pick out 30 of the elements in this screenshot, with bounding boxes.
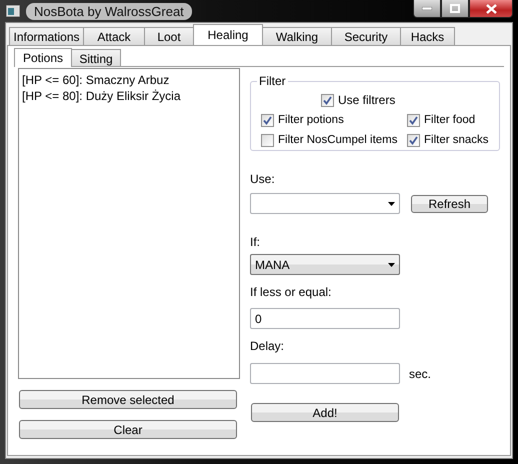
checkbox-label: Filter potions <box>278 114 344 126</box>
tab[interactable]: Attack <box>83 27 145 45</box>
tab[interactable]: Walking <box>262 27 332 45</box>
checkbox-label: Filter food <box>424 114 476 126</box>
list-item[interactable]: [HP <= 80]: Duży Eliksir Życia <box>22 88 236 104</box>
tab[interactable]: Sitting <box>71 49 121 67</box>
potion-list[interactable]: [HP <= 60]: Smaczny Arbuz [HP <= 80]: Duży Eliksir Życia <box>18 68 240 379</box>
list-item[interactable]: [HP <= 60]: Smaczny Arbuz <box>22 72 236 88</box>
tab[interactable]: Loot <box>144 27 194 45</box>
add-button[interactable]: Add! <box>251 403 399 422</box>
field-label: If less or equal: <box>250 285 332 299</box>
field-label: Use: <box>250 172 276 186</box>
tab[interactable]: Hacks <box>400 27 455 45</box>
tab[interactable]: Security <box>331 27 401 45</box>
group-title: Filter <box>257 74 288 88</box>
tab[interactable]: Potions <box>14 48 72 67</box>
unit-label: sec. <box>409 366 432 380</box>
checkbox-label: Filter snacks <box>424 134 489 146</box>
field-label: Delay: <box>250 339 286 353</box>
refresh-button[interactable]: Refresh <box>411 194 488 212</box>
threshold-field[interactable]: 0 <box>250 308 400 329</box>
remove-selected-button[interactable]: Remove selected <box>19 390 237 409</box>
clear-button[interactable]: Clear <box>19 420 237 439</box>
window-title: NosBota by WalrossGreat <box>26 2 192 20</box>
checkbox-label: Filter NosCumpel items <box>278 134 398 146</box>
condition-dropdown[interactable]: MANA <box>250 254 400 275</box>
field-label: If: <box>250 235 262 249</box>
tab[interactable]: Informations <box>9 27 84 45</box>
checkbox-label: Use filtrers <box>338 93 396 107</box>
tab[interactable]: Healing <box>193 24 263 45</box>
